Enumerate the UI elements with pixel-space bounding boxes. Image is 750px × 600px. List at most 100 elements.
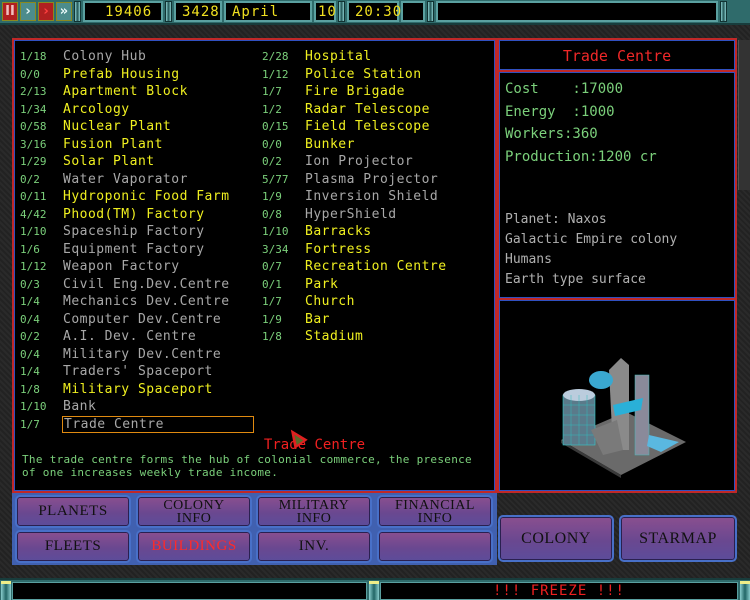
divider-knob: [427, 1, 434, 22]
building-name: Radar Telescope: [305, 101, 430, 117]
building-row[interactable]: 1/34 Arcology: [20, 101, 260, 119]
building-row[interactable]: 1/6 Equipment Factory: [20, 241, 260, 259]
building-row[interactable]: 1/7 Trade Centre: [20, 415, 260, 434]
day-display: 10: [314, 1, 336, 22]
building-name: Fusion Plant: [63, 136, 163, 152]
divider-knob: [369, 581, 379, 600]
colony-info-button[interactable]: COLONY INFO: [136, 495, 252, 528]
building-row[interactable]: 0/4 Military Dev.Centre: [20, 346, 260, 364]
building-row[interactable]: 4/42 Phood(TM) Factory: [20, 206, 260, 224]
starmap-button[interactable]: STARMAP: [619, 515, 737, 562]
fast-forward-button[interactable]: ›: [38, 2, 54, 21]
cost-stat: Cost :17000: [505, 81, 624, 97]
side-decoration: [738, 40, 750, 190]
buildings-button[interactable]: BUILDINGS: [136, 530, 252, 563]
building-row[interactable]: 1/9 Inversion Shield: [262, 188, 494, 206]
building-count: 1/12: [20, 260, 47, 273]
building-count: 1/12: [262, 67, 289, 81]
empty-button[interactable]: [377, 530, 493, 563]
building-name: Field Telescope: [305, 119, 430, 134]
building-count: 4/42: [20, 207, 47, 221]
financial-info-button[interactable]: FINANCIAL INFO: [377, 495, 493, 528]
building-row[interactable]: 1/10 Barracks: [262, 223, 494, 241]
building-row[interactable]: 0/7 Recreation Centre: [262, 258, 494, 276]
inv-label: INV.: [298, 538, 330, 554]
building-row[interactable]: 0/4 Computer Dev.Centre: [20, 311, 260, 329]
building-count: 0/15: [262, 120, 289, 133]
planet-owner: Galactic Empire colony: [505, 232, 678, 247]
starmap-label: STARMAP: [639, 530, 717, 547]
buildings-list-column-1: 1/18 Colony Hub 0/0 Prefab Housing 2/13 Apart…: [20, 48, 260, 433]
planets-button[interactable]: PLANETS: [15, 495, 131, 528]
play-button[interactable]: ›: [20, 2, 36, 21]
building-row[interactable]: 0/15 Field Telescope: [262, 118, 494, 136]
inv-button[interactable]: INV.: [256, 530, 372, 563]
building-row[interactable]: 1/8 Military Spaceport: [20, 381, 260, 399]
building-row[interactable]: 1/18 Colony Hub: [20, 48, 260, 66]
divider-knob: [740, 581, 750, 600]
building-row[interactable]: 0/1 Park: [262, 276, 494, 294]
planet-race: Humans: [505, 252, 552, 267]
military-info-button[interactable]: MILITARY INFO: [256, 495, 372, 528]
building-row[interactable]: 0/2 Ion Projector: [262, 153, 494, 171]
building-name: Military Dev.Centre: [63, 346, 222, 362]
building-count: 0/3: [20, 277, 40, 291]
top-status-bar: II › › » 19406 3428 April 10 20:30: [0, 0, 750, 25]
financial-info-label-line1: FINANCIAL: [395, 497, 475, 513]
building-row[interactable]: 1/9 Bar: [262, 311, 494, 329]
play-icon: ›: [25, 4, 31, 19]
building-count: 1/10: [20, 400, 47, 413]
building-row[interactable]: 0/0 Prefab Housing: [20, 66, 260, 84]
building-name: Water Vaporator: [63, 171, 188, 187]
building-name: Solar Plant: [63, 154, 155, 169]
building-row[interactable]: 1/2 Radar Telescope: [262, 101, 494, 119]
building-name: A.I. Dev. Centre: [63, 329, 197, 344]
financial-info-label-line2: INFO: [417, 510, 453, 526]
year-display: 3428: [174, 1, 222, 22]
building-row[interactable]: 1/29 Solar Plant: [20, 153, 260, 171]
status-message: [12, 582, 367, 600]
building-count: 1/10: [20, 225, 47, 238]
building-row[interactable]: 3/16 Fusion Plant: [20, 136, 260, 154]
building-row[interactable]: 1/12 Police Station: [262, 66, 494, 84]
building-row[interactable]: 0/0 Bunker: [262, 136, 494, 154]
building-row[interactable]: 1/10 Bank: [20, 398, 260, 416]
building-count: 1/2: [262, 102, 282, 116]
building-name: Park: [305, 276, 339, 292]
fastest-button[interactable]: »: [56, 2, 72, 21]
building-row[interactable]: 1/12 Weapon Factory: [20, 258, 260, 276]
building-row[interactable]: 1/8 Stadium: [262, 328, 494, 346]
building-row[interactable]: 0/2 Water Vaporator: [20, 171, 260, 189]
building-count: 0/2: [20, 330, 40, 343]
military-info-label-line1: MILITARY: [278, 497, 350, 513]
planets-label: PLANETS: [38, 503, 108, 519]
building-row[interactable]: 0/3 Civil Eng.Dev.Centre: [20, 276, 260, 294]
building-row[interactable]: 2/13 Apartment Block: [20, 83, 260, 101]
building-name: Traders' Spaceport: [63, 364, 213, 379]
building-row[interactable]: 0/2 A.I. Dev. Centre: [20, 328, 260, 346]
building-name: Hospital: [305, 49, 372, 64]
building-row[interactable]: 1/7 Fire Brigade: [262, 83, 494, 101]
building-row[interactable]: 1/4 Mechanics Dev.Centre: [20, 293, 260, 311]
building-count: 0/0: [20, 67, 40, 81]
colony-button[interactable]: COLONY: [498, 515, 614, 562]
building-row[interactable]: 1/10 Spaceship Factory: [20, 223, 260, 241]
building-row[interactable]: 2/28 Hospital: [262, 48, 494, 66]
description-text: The trade centre forms the hub of coloni…: [22, 453, 472, 479]
pause-button[interactable]: II: [2, 2, 18, 21]
building-row[interactable]: 0/8 HyperShield: [262, 206, 494, 224]
building-row[interactable]: 0/58 Nuclear Plant: [20, 118, 260, 136]
building-row[interactable]: 1/4 Traders' Spaceport: [20, 363, 260, 381]
building-count: 2/13: [20, 85, 47, 98]
building-row[interactable]: 3/34 Fortress: [262, 241, 494, 259]
building-name: Weapon Factory: [63, 259, 180, 274]
building-row[interactable]: 0/11 Hydroponic Food Farm: [20, 188, 260, 206]
building-name: Stadium: [305, 329, 364, 344]
building-name: Military Spaceport: [63, 381, 213, 397]
building-count: 0/8: [262, 207, 282, 221]
production-stat: Production:1200 cr: [505, 148, 657, 165]
fleets-button[interactable]: FLEETS: [15, 530, 131, 563]
building-row[interactable]: 1/7 Church: [262, 293, 494, 311]
building-row[interactable]: 5/77 Plasma Projector: [262, 171, 494, 189]
credits-display: 19406: [83, 1, 163, 22]
